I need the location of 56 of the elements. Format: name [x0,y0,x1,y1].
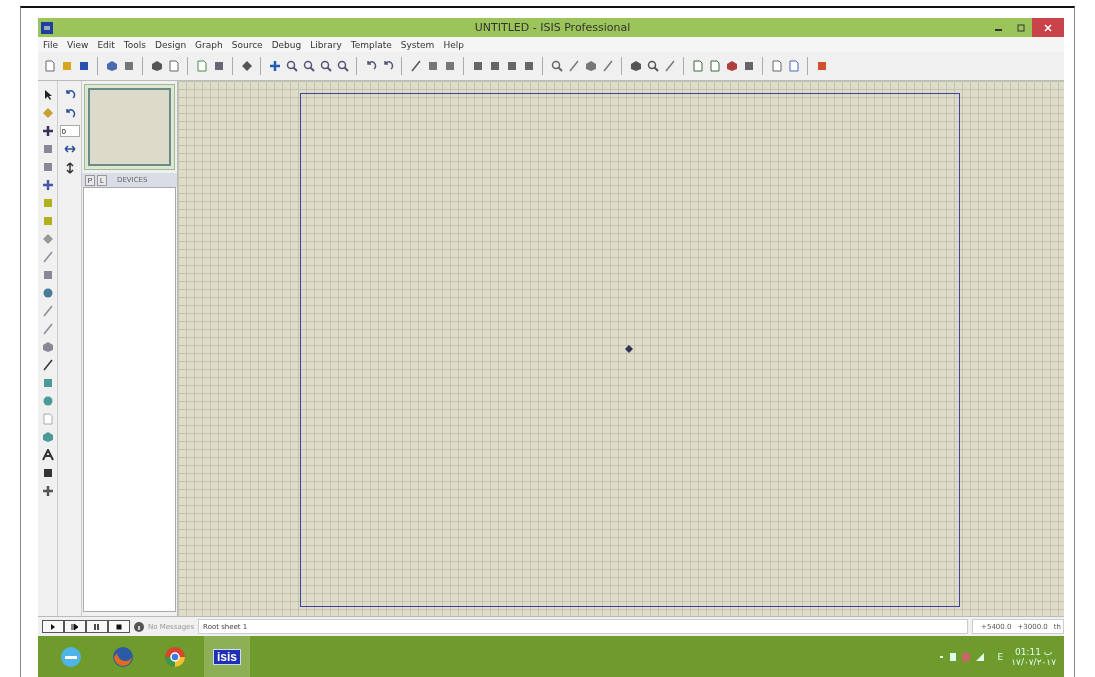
browser-ring-icon [163,644,187,669]
menu-item[interactable]: Library [310,39,342,50]
window-title: UNTITLED - ISIS Professional [473,21,632,34]
box-icon[interactable] [41,376,54,389]
menu-item[interactable]: System [400,39,435,50]
line-icon[interactable] [41,358,54,371]
vertical-mirror-icon[interactable] [63,161,76,174]
menu-item[interactable]: Template [350,39,392,50]
menu-item[interactable]: View [67,39,89,50]
device-list[interactable] [83,187,176,612]
close-icon [1044,23,1052,32]
undo-icon[interactable] [364,60,377,72]
stop-icon [115,622,123,631]
close-button[interactable] [1032,18,1064,37]
stop-button[interactable] [108,620,130,633]
taskbar-app[interactable]: isis [204,636,250,677]
info-icon [134,621,144,632]
circle-icon[interactable] [41,394,54,407]
text-icon[interactable] [41,448,54,461]
horizontal-mirror-icon[interactable] [63,142,76,155]
menu-item[interactable]: File [43,39,59,50]
step-icon [71,622,79,631]
new-file-icon[interactable] [43,60,56,72]
angle-field[interactable]: 0 [59,125,80,137]
browser-e-icon [59,644,83,669]
play-button[interactable] [42,620,64,633]
search-icon[interactable] [646,60,659,72]
step-button[interactable] [64,620,86,633]
menu-item[interactable]: Source [231,39,263,50]
zoom-area-icon[interactable] [336,60,349,72]
menu-item[interactable]: Design [155,39,187,50]
menu-item[interactable]: Help [443,39,464,50]
pause-icon [93,622,101,631]
zoom-out-icon[interactable] [302,60,315,72]
rotate-clockwise-icon[interactable] [63,88,76,101]
restore-icon [1017,23,1025,32]
zoom-in-icon[interactable] [285,60,298,72]
app-icon [41,21,53,34]
sheet-icon[interactable] [691,60,704,72]
zoom-all-icon[interactable] [319,60,332,72]
add-sheet-icon[interactable] [708,60,721,72]
origin-marker [625,345,633,353]
menu-item[interactable]: Graph [195,39,223,50]
page-icon[interactable] [167,60,180,72]
play-icon [49,622,57,631]
overview-window[interactable] [84,84,175,170]
report-icon[interactable] [770,60,783,72]
redo-icon[interactable] [381,60,394,72]
menu-item[interactable]: Tools [123,39,147,50]
rotate-anticlockwise-icon[interactable] [63,107,76,120]
menu-item[interactable]: Edit [97,39,115,50]
app-logo: isis [213,648,241,665]
pan-icon[interactable] [268,60,281,72]
fox-globe-icon [111,644,135,669]
menu-item[interactable]: Debug [271,39,302,50]
pause-button[interactable] [86,620,108,633]
